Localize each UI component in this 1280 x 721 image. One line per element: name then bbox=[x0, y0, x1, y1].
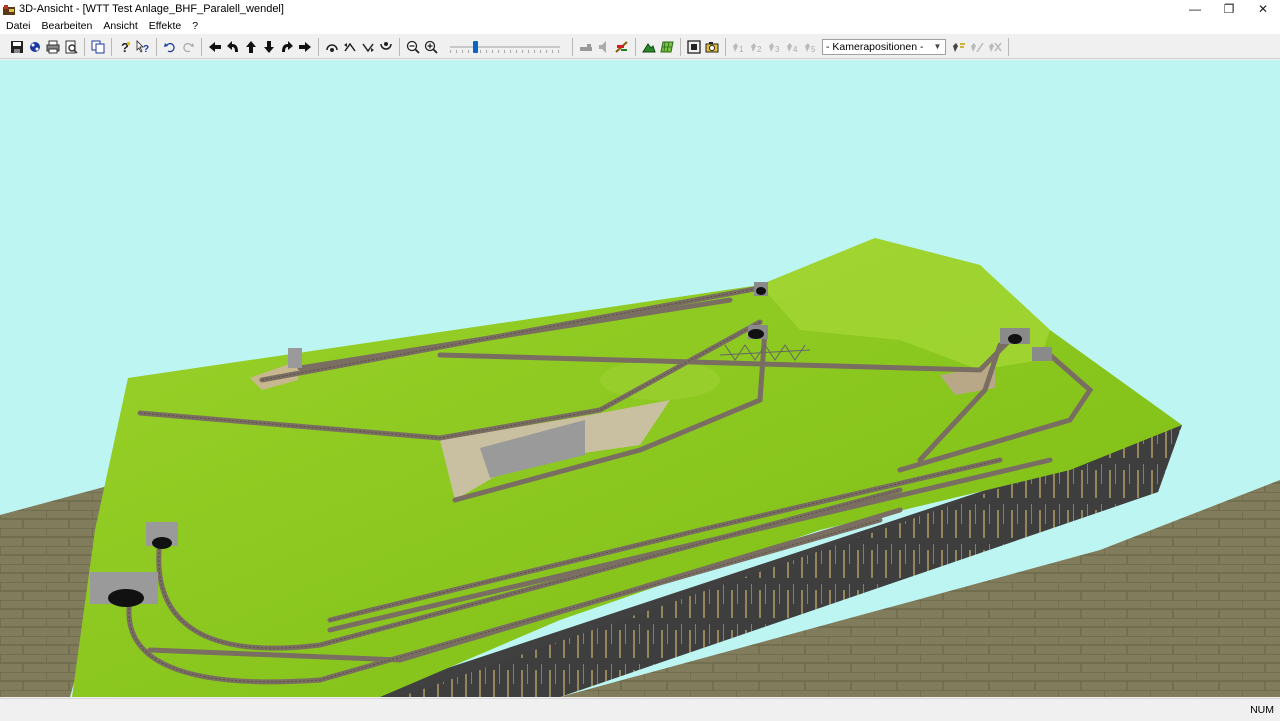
zoom-in-icon[interactable] bbox=[422, 38, 440, 56]
tilt-up-icon[interactable] bbox=[323, 38, 341, 56]
arrow-down-icon[interactable] bbox=[260, 38, 278, 56]
camera-icon[interactable] bbox=[703, 38, 721, 56]
num-lock-indicator: NUM bbox=[1250, 704, 1274, 716]
tilt-right-icon[interactable] bbox=[359, 38, 377, 56]
svg-text:5: 5 bbox=[811, 45, 816, 54]
arrow-up-icon[interactable] bbox=[242, 38, 260, 56]
svg-text:3: 3 bbox=[775, 45, 780, 54]
tilt-down-icon[interactable] bbox=[377, 38, 395, 56]
camera-2-icon[interactable]: 2 bbox=[748, 38, 766, 56]
grid-icon[interactable] bbox=[658, 38, 676, 56]
speed-slider[interactable] bbox=[450, 38, 560, 56]
camera-delete-icon[interactable] bbox=[986, 38, 1004, 56]
sound-icon[interactable] bbox=[595, 38, 613, 56]
undo-icon[interactable] bbox=[161, 38, 179, 56]
print-icon[interactable] bbox=[44, 38, 62, 56]
slider-ticks bbox=[450, 49, 560, 53]
toolbar: ? ? 1 2 3 4 5 - Kamerapositionen - ▼ bbox=[0, 35, 1280, 59]
minimize-icon[interactable]: — bbox=[1178, 0, 1212, 18]
camera-4-icon[interactable]: 4 bbox=[784, 38, 802, 56]
copy-icon[interactable] bbox=[89, 38, 107, 56]
menu-bar: Datei Bearbeiten Ansicht Effekte ? bbox=[0, 18, 1280, 34]
redo-icon[interactable] bbox=[179, 38, 197, 56]
save-icon[interactable] bbox=[8, 38, 26, 56]
slider-track bbox=[450, 45, 560, 48]
window-title: 3D-Ansicht - [WTT Test Anlage_BHF_Parale… bbox=[19, 3, 284, 15]
zoom-out-icon[interactable] bbox=[404, 38, 422, 56]
camera-select-value: - Kamerapositionen - bbox=[826, 40, 924, 53]
menu-bearbeiten[interactable]: Bearbeiten bbox=[38, 20, 97, 32]
svg-text:?: ? bbox=[143, 44, 149, 54]
tilt-left-icon[interactable] bbox=[341, 38, 359, 56]
title-bar: 3D-Ansicht - [WTT Test Anlage_BHF_Parale… bbox=[0, 0, 1280, 18]
camera-1-icon[interactable]: 1 bbox=[730, 38, 748, 56]
svg-text:1: 1 bbox=[739, 45, 744, 54]
small-building bbox=[288, 348, 302, 368]
app-icon bbox=[3, 4, 15, 15]
fullscreen-icon[interactable] bbox=[685, 38, 703, 56]
tunnel-portal-far-right bbox=[1032, 347, 1052, 361]
close-icon[interactable]: ✕ bbox=[1246, 0, 1280, 18]
slider-thumb[interactable] bbox=[473, 40, 478, 53]
camera-edit-icon[interactable] bbox=[968, 38, 986, 56]
svg-text:4: 4 bbox=[793, 45, 798, 54]
train-icon[interactable] bbox=[577, 38, 595, 56]
zoom-page-icon[interactable] bbox=[62, 38, 80, 56]
restore-icon[interactable]: ❐ bbox=[1212, 0, 1246, 18]
3d-viewport[interactable] bbox=[0, 60, 1280, 697]
arrow-right-icon[interactable] bbox=[296, 38, 314, 56]
landscape-icon[interactable] bbox=[640, 38, 658, 56]
camera-5-icon[interactable]: 5 bbox=[802, 38, 820, 56]
camera-positions-select[interactable]: - Kamerapositionen - ▼ bbox=[822, 38, 946, 55]
menu-ansicht[interactable]: Ansicht bbox=[99, 20, 141, 32]
camera-set-icon[interactable] bbox=[950, 38, 968, 56]
rotate-right-icon[interactable] bbox=[278, 38, 296, 56]
svg-text:2: 2 bbox=[757, 45, 762, 54]
status-bar: NUM bbox=[0, 698, 1280, 721]
signal-icon[interactable] bbox=[613, 38, 631, 56]
rotate-left-icon[interactable] bbox=[224, 38, 242, 56]
chevron-down-icon[interactable]: ▼ bbox=[932, 41, 943, 53]
print-preview-icon[interactable] bbox=[26, 38, 44, 56]
help-icon[interactable]: ? bbox=[116, 38, 134, 56]
menu-help[interactable]: ? bbox=[188, 20, 202, 32]
menu-effekte[interactable]: Effekte bbox=[145, 20, 186, 32]
menu-datei[interactable]: Datei bbox=[2, 20, 35, 32]
context-help-icon[interactable]: ? bbox=[134, 38, 152, 56]
railway-scene[interactable] bbox=[0, 60, 1280, 697]
hill-left bbox=[600, 360, 720, 400]
camera-3-icon[interactable]: 3 bbox=[766, 38, 784, 56]
arrow-left-icon[interactable] bbox=[206, 38, 224, 56]
